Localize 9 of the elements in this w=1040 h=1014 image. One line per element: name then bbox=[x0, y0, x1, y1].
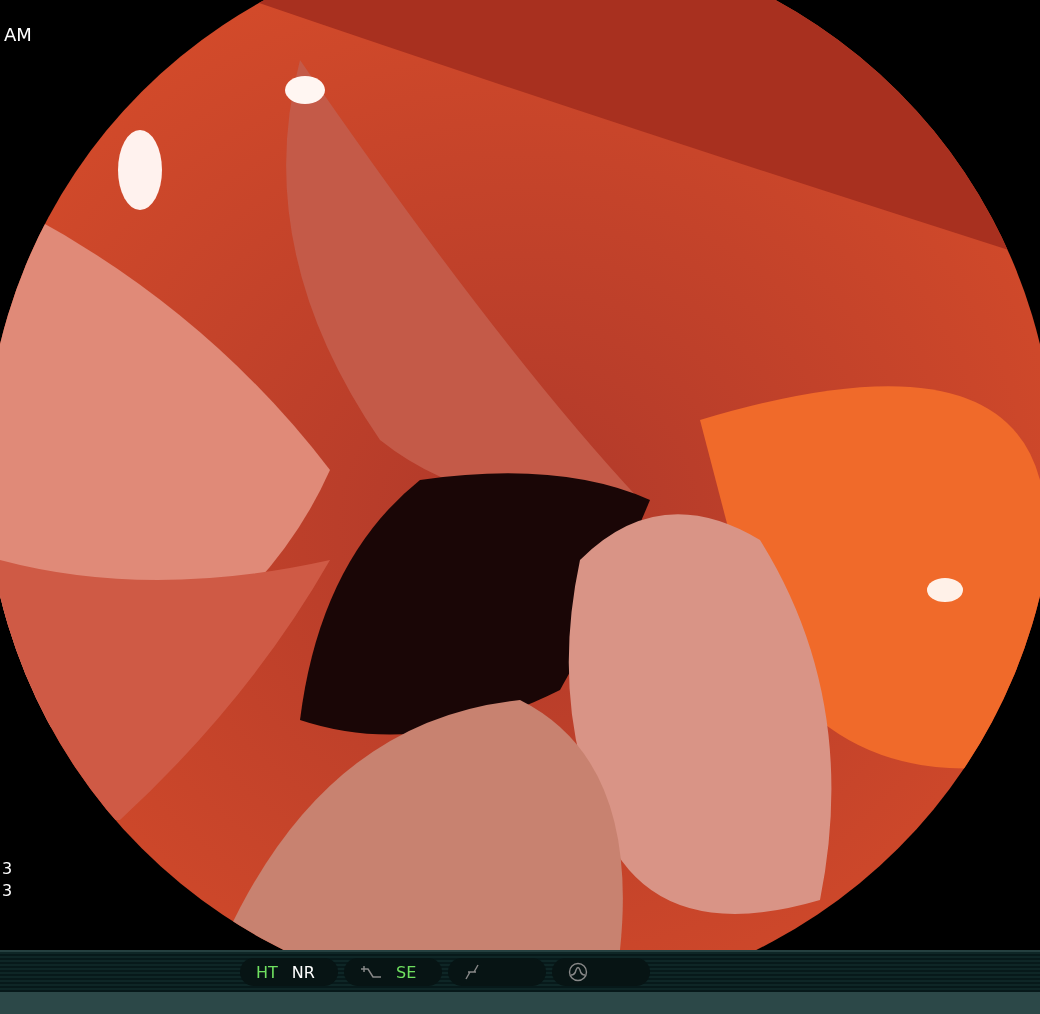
wave-icon bbox=[568, 962, 588, 982]
slope-icon bbox=[464, 964, 480, 980]
overlay-text: 3 bbox=[2, 880, 13, 902]
mode-indicator: NR bbox=[291, 962, 315, 982]
mode-indicator: HT bbox=[256, 962, 278, 982]
curve-icon bbox=[360, 965, 382, 979]
mode-indicator: SE bbox=[396, 962, 417, 982]
overlay-text: 3 bbox=[2, 858, 13, 880]
overlay-text: AM bbox=[4, 24, 32, 45]
